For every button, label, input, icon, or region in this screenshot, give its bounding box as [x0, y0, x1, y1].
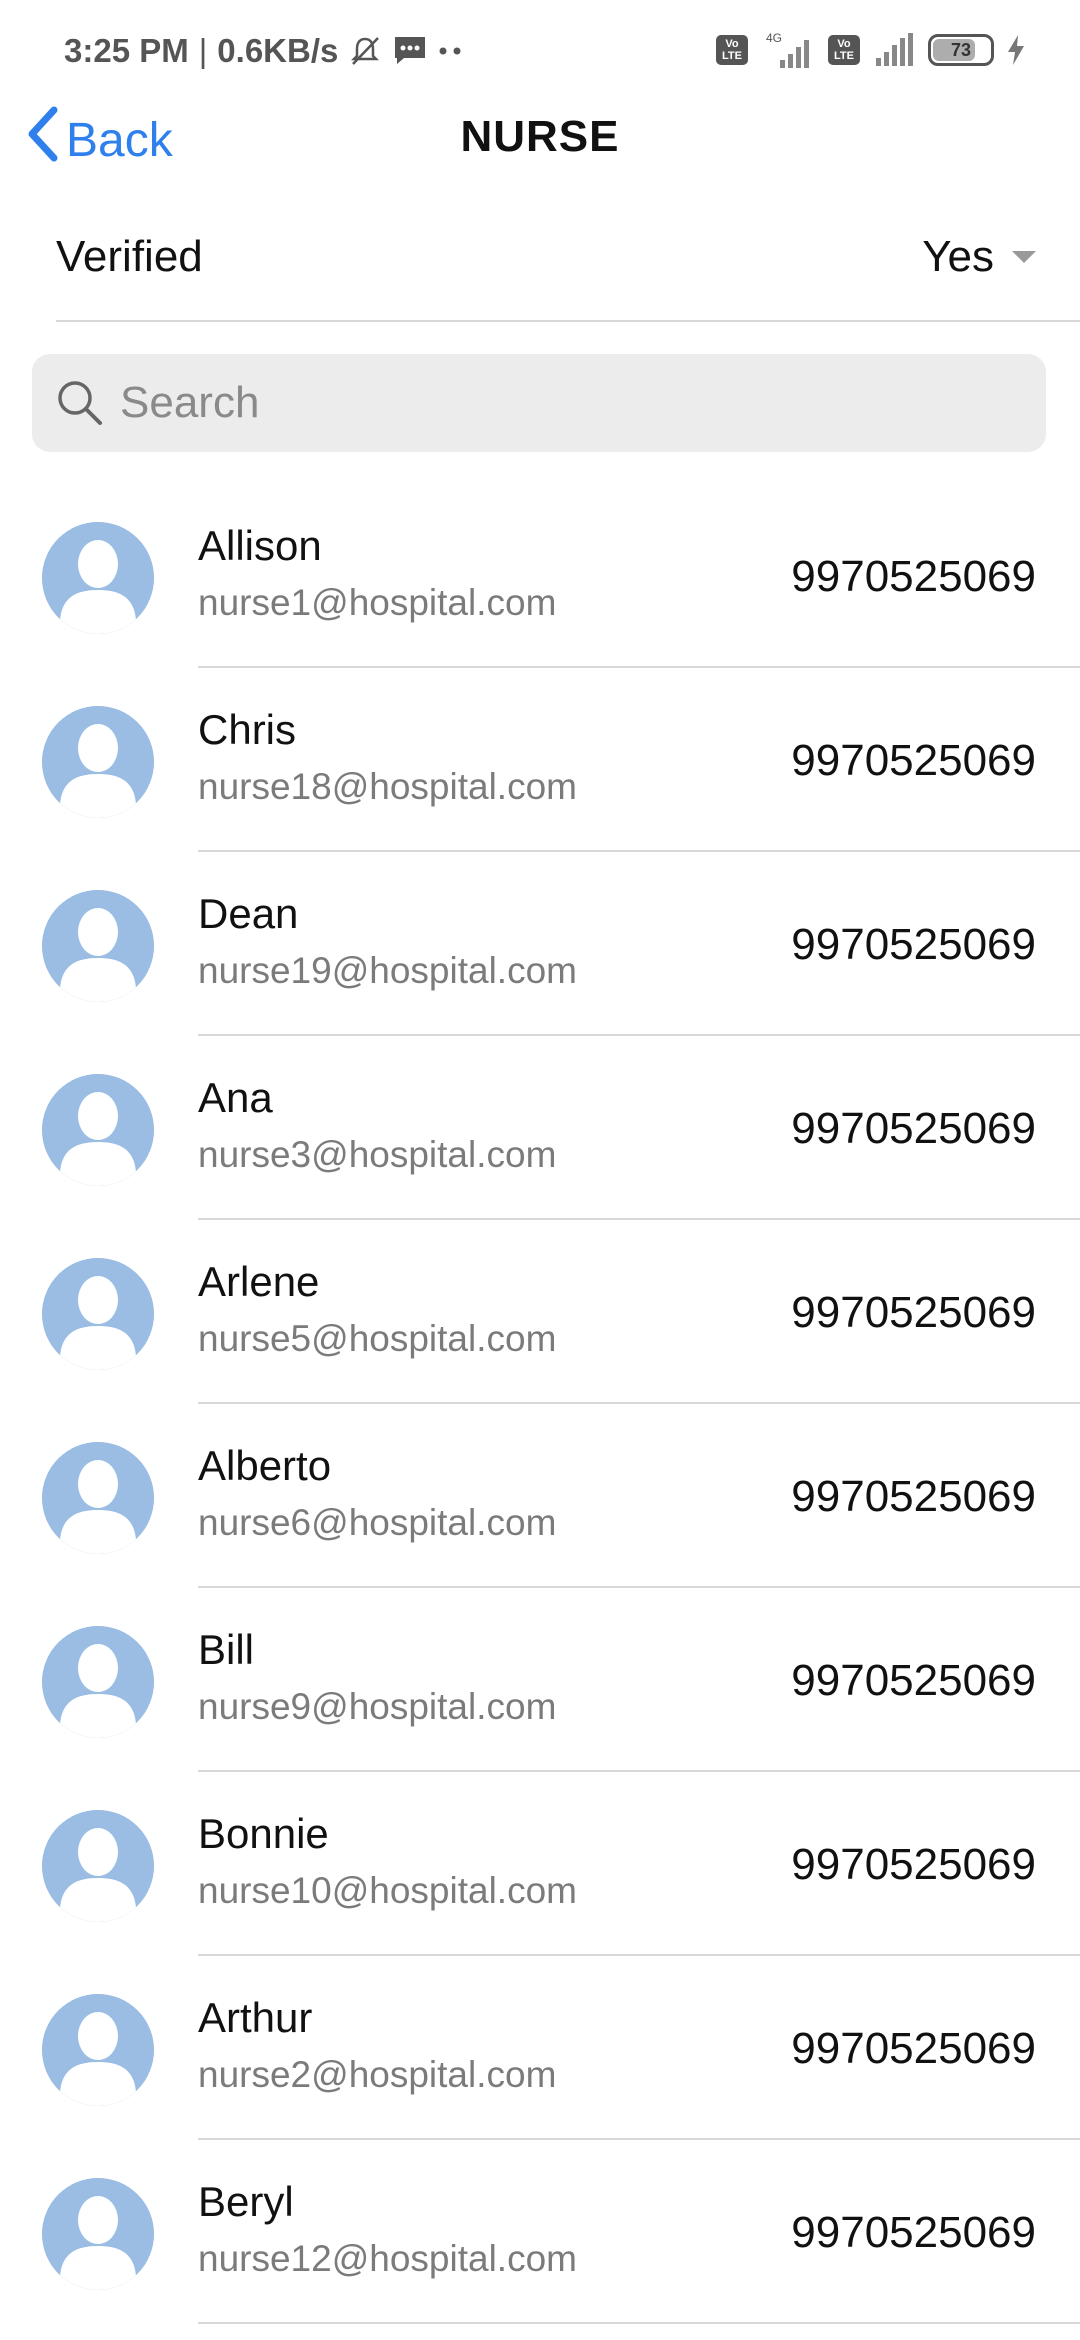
- nurse-phone: 9970525069: [791, 1104, 1036, 1153]
- nurse-email: nurse1@hospital.com: [198, 582, 557, 623]
- nurse-email: nurse19@hospital.com: [198, 950, 577, 991]
- nurse-email: nurse18@hospital.com: [198, 766, 577, 807]
- battery-icon: 73: [928, 34, 994, 66]
- mute-icon: [348, 34, 382, 68]
- avatar: [42, 1626, 154, 1738]
- search-icon: [50, 373, 110, 433]
- nurse-name: Arlene: [198, 1258, 320, 1305]
- nurse-name: Beryl: [198, 2178, 294, 2225]
- nurse-name: Bill: [198, 1626, 255, 1673]
- status-separator: |: [198, 32, 208, 69]
- avatar: [42, 890, 154, 1002]
- nurse-name: Chris: [198, 706, 297, 753]
- status-left: 3:25 PM | 0.6KB/s: [64, 26, 464, 76]
- nurse-email: nurse5@hospital.com: [198, 1318, 557, 1359]
- list-item[interactable]: Bill nurse9@hospital.com 9970525069: [0, 1588, 1080, 1772]
- network-type-label: 4G: [766, 31, 782, 45]
- list-item[interactable]: Beryl nurse12@hospital.com 9970525069: [0, 2140, 1080, 2324]
- avatar: [42, 2178, 154, 2290]
- divider: [198, 2322, 1080, 2324]
- battery-level: 73: [950, 39, 972, 60]
- page-title: NURSE: [460, 112, 620, 161]
- nurse-email: nurse2@hospital.com: [198, 2054, 557, 2095]
- nurse-phone: 9970525069: [791, 1472, 1036, 1521]
- list-item[interactable]: Arlene nurse5@hospital.com 9970525069: [0, 1220, 1080, 1404]
- nurse-phone: 9970525069: [791, 1288, 1036, 1337]
- message-icon: [392, 34, 428, 68]
- verified-value: Yes: [922, 232, 994, 281]
- nurse-email: nurse10@hospital.com: [198, 1870, 577, 1911]
- status-bar: 3:25 PM | 0.6KB/s Vo LTE 4G Vo LTE 73: [0, 0, 1080, 100]
- nurse-list: Allison nurse1@hospital.com 9970525069 Chri…: [0, 484, 1080, 2324]
- list-item[interactable]: Dean nurse19@hospital.com 9970525069: [0, 852, 1080, 1036]
- verified-label: Verified: [56, 232, 203, 281]
- nurse-phone: 9970525069: [791, 552, 1036, 601]
- nurse-name: Allison: [198, 522, 322, 569]
- nurse-phone: 9970525069: [791, 736, 1036, 785]
- verified-dropdown[interactable]: Yes: [922, 232, 1036, 282]
- signal-icon: [872, 32, 916, 68]
- nurse-name: Arthur: [198, 1994, 313, 2041]
- nurse-name: Dean: [198, 890, 299, 937]
- nurse-email: nurse3@hospital.com: [198, 1134, 557, 1175]
- verified-filter-row: Verified Yes: [56, 210, 1080, 322]
- avatar: [42, 1810, 154, 1922]
- more-notifications-icon: [438, 46, 464, 56]
- list-item[interactable]: Chris nurse18@hospital.com 9970525069: [0, 668, 1080, 852]
- charging-icon: [1006, 34, 1026, 66]
- status-right: Vo LTE 4G Vo LTE 73: [716, 30, 1026, 70]
- avatar: [42, 1074, 154, 1186]
- nurse-phone: 9970525069: [791, 2208, 1036, 2257]
- nurse-phone: 9970525069: [791, 2024, 1036, 2073]
- nurse-name: Alberto: [198, 1442, 332, 1489]
- avatar: [42, 706, 154, 818]
- avatar: [42, 1994, 154, 2106]
- nurse-phone: 9970525069: [791, 1840, 1036, 1889]
- nurse-name: Ana: [198, 1074, 273, 1121]
- volte-icon: Vo LTE: [716, 35, 748, 65]
- nav-bar: Back NURSE: [0, 100, 1080, 180]
- search-bar: [32, 354, 1046, 452]
- nurse-email: nurse9@hospital.com: [198, 1686, 557, 1727]
- list-item[interactable]: Bonnie nurse10@hospital.com 9970525069: [0, 1772, 1080, 1956]
- search-input[interactable]: [118, 377, 1002, 429]
- list-item[interactable]: Allison nurse1@hospital.com 9970525069: [0, 484, 1080, 668]
- avatar: [42, 522, 154, 634]
- signal-4g-icon: 4G: [760, 30, 816, 70]
- avatar: [42, 1442, 154, 1554]
- list-item[interactable]: Alberto nurse6@hospital.com 9970525069: [0, 1404, 1080, 1588]
- volte-icon-2: Vo LTE: [828, 35, 860, 65]
- caret-down-icon: [1012, 251, 1036, 263]
- nurse-phone: 9970525069: [791, 920, 1036, 969]
- nurse-email: nurse6@hospital.com: [198, 1502, 557, 1543]
- list-item[interactable]: Arthur nurse2@hospital.com 9970525069: [0, 1956, 1080, 2140]
- avatar: [42, 1258, 154, 1370]
- nurse-name: Bonnie: [198, 1810, 329, 1857]
- status-speed: 0.6KB/s: [217, 32, 339, 69]
- nurse-email: nurse12@hospital.com: [198, 2238, 577, 2279]
- nurse-phone: 9970525069: [791, 1656, 1036, 1705]
- list-item[interactable]: Ana nurse3@hospital.com 9970525069: [0, 1036, 1080, 1220]
- status-time: 3:25 PM: [64, 32, 189, 69]
